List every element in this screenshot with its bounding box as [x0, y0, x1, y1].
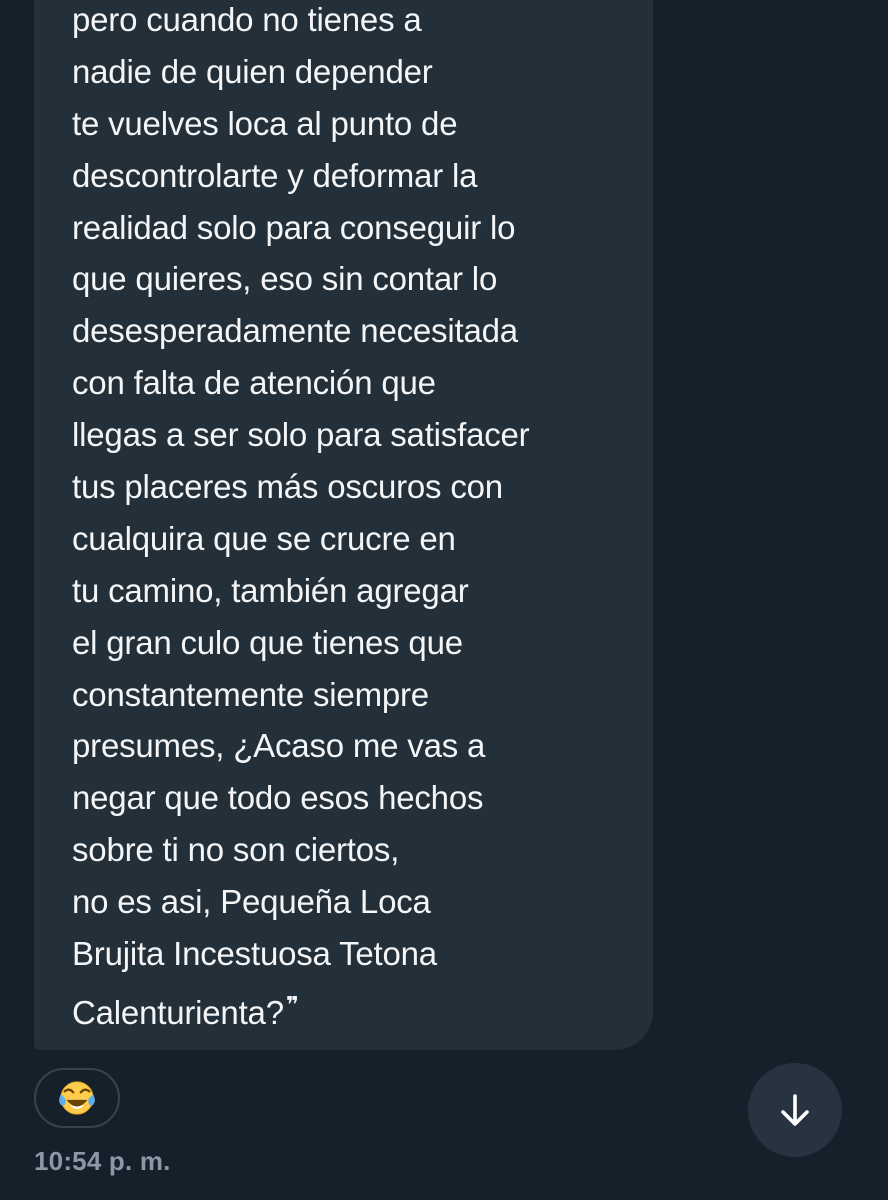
message-line: con falta de atención que [72, 364, 436, 402]
arrow-down-icon [781, 1094, 809, 1126]
message-line: Calenturienta? [72, 993, 284, 1031]
face-with-tears-of-joy-icon [59, 1081, 95, 1115]
reaction-pill[interactable] [34, 1068, 120, 1128]
message-line: Brujita Incestuosa Tetona [72, 935, 437, 973]
closing-quote-icon: ❞ [285, 992, 299, 1018]
message-line: realidad solo para conseguir lo [72, 208, 516, 246]
message-line: descontrolarte y deformar la [72, 156, 478, 194]
message-line: pero cuando no tienes a [72, 1, 422, 38]
message-line: que quieres, eso sin contar lo [72, 260, 498, 298]
message-line: constantemente siempre [72, 675, 429, 713]
message-line: presumes, ¿Acaso me vas a [72, 727, 486, 765]
message-line: negar que todo esos hechos [72, 779, 484, 817]
message-line: sobre ti no son ciertos, [72, 831, 400, 869]
message-line: llegas a ser solo para satisfacer [72, 416, 530, 454]
message-last-line: Calenturienta?❞ [72, 980, 647, 1032]
message-line: desesperadamente necesitada [72, 312, 518, 350]
message-line: no es asi, Pequeña Loca [72, 883, 431, 921]
message-line: tus placeres más oscuros con [72, 468, 503, 506]
message-text: pero cuando no tienes a nadie de quien d… [72, 0, 647, 1032]
message-timestamp: 10:54 p. m. [34, 1146, 171, 1176]
message-line: tu camino, también agregar [72, 571, 469, 609]
message-line: el gran culo que tienes que [72, 623, 463, 661]
scroll-to-bottom-button[interactable] [748, 1063, 842, 1157]
message-line: cualquira que se crucre en [72, 519, 456, 557]
message-line: nadie de quien depender [72, 52, 433, 90]
message-line: te vuelves loca al punto de [72, 104, 458, 142]
